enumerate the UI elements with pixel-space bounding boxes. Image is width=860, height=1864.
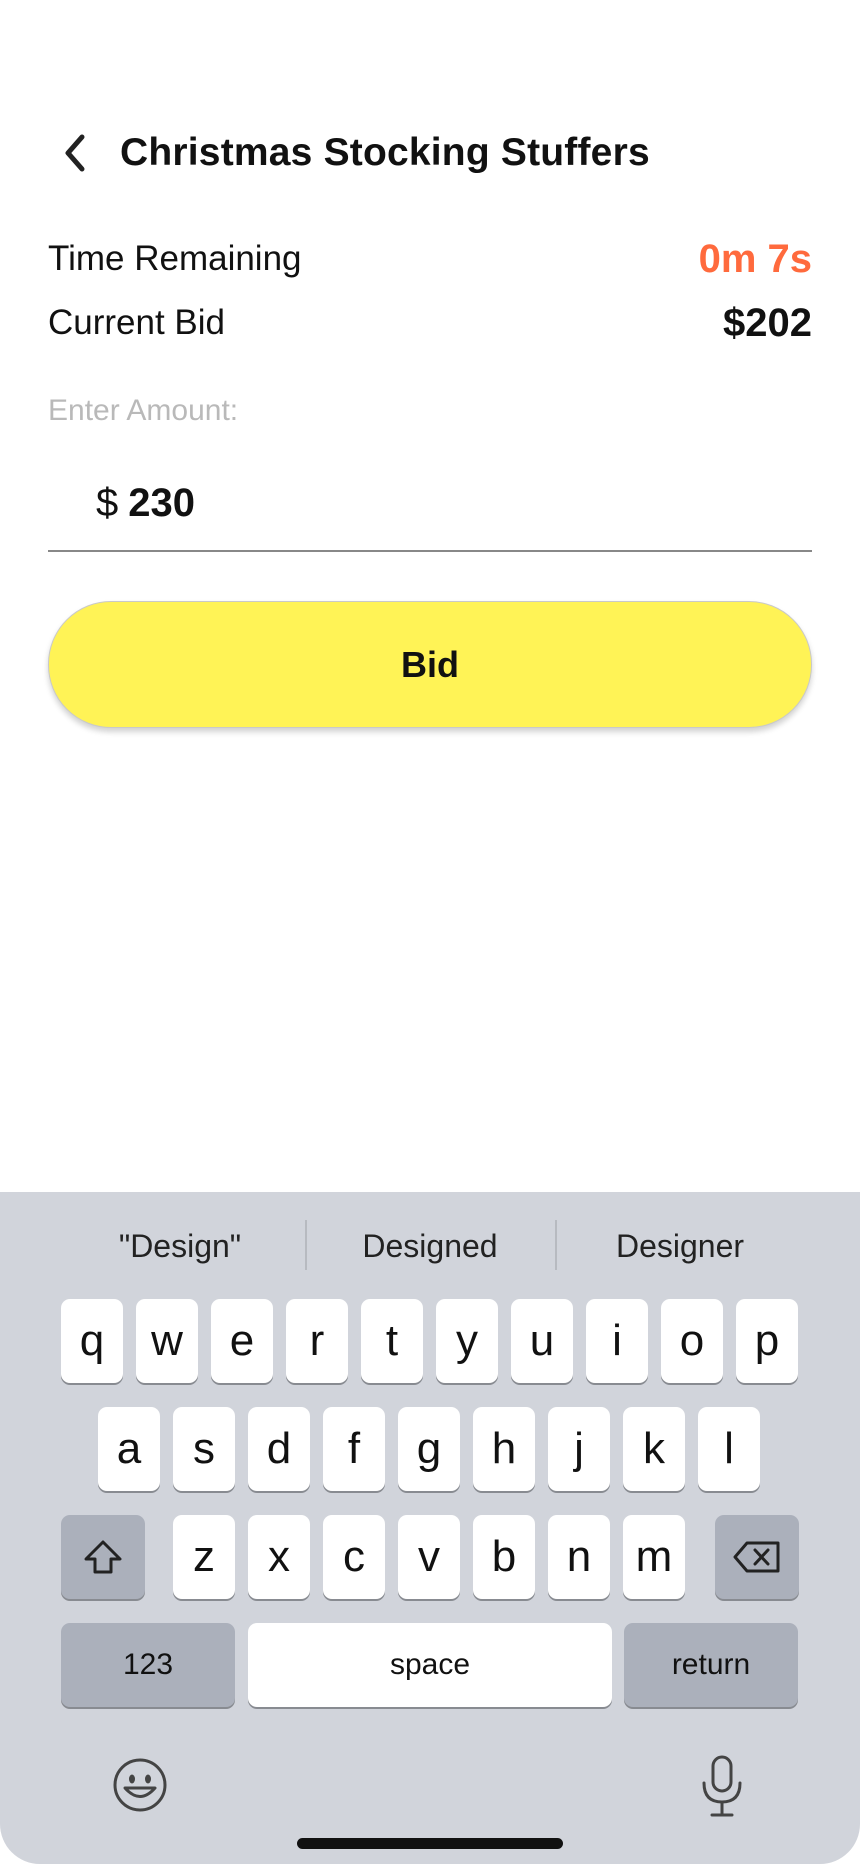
key-t[interactable]: t [361, 1299, 423, 1383]
key-d[interactable]: d [248, 1407, 310, 1491]
space-key[interactable]: space [248, 1623, 612, 1707]
key-a[interactable]: a [98, 1407, 160, 1491]
chevron-left-icon [65, 134, 85, 172]
shift-icon [84, 1540, 122, 1574]
key-g[interactable]: g [398, 1407, 460, 1491]
currency-symbol: $ [96, 480, 119, 525]
backspace-icon [733, 1541, 780, 1573]
key-r[interactable]: r [286, 1299, 348, 1383]
suggestion-divider [555, 1220, 557, 1270]
numbers-key[interactable]: 123 [61, 1623, 235, 1707]
key-z[interactable]: z [173, 1515, 235, 1599]
time-remaining-label: Time Remaining [48, 239, 302, 278]
keyboard: "Design" Designed Designer q w e r t y u… [0, 1192, 860, 1864]
key-n[interactable]: n [548, 1515, 610, 1599]
key-f[interactable]: f [323, 1407, 385, 1491]
key-u[interactable]: u [511, 1299, 573, 1383]
emoji-button[interactable] [110, 1755, 170, 1815]
nav-header: Christmas Stocking Stuffers [60, 108, 820, 198]
key-s[interactable]: s [173, 1407, 235, 1491]
key-p[interactable]: p [736, 1299, 798, 1383]
emoji-icon [113, 1758, 167, 1812]
key-m[interactable]: m [623, 1515, 685, 1599]
key-v[interactable]: v [398, 1515, 460, 1599]
page-title: Christmas Stocking Stuffers [120, 131, 650, 174]
amount-label: Enter Amount: [48, 394, 239, 427]
time-remaining-row: Time Remaining 0m 7s [48, 234, 812, 284]
time-remaining-value: 0m 7s [698, 236, 812, 281]
key-l[interactable]: l [698, 1407, 760, 1491]
key-h[interactable]: h [473, 1407, 535, 1491]
key-b[interactable]: b [473, 1515, 535, 1599]
key-c[interactable]: c [323, 1515, 385, 1599]
key-w[interactable]: w [136, 1299, 198, 1383]
key-j[interactable]: j [548, 1407, 610, 1491]
current-bid-row: Current Bid $202 [48, 298, 812, 348]
suggestion-2[interactable]: Designed [310, 1212, 550, 1280]
key-k[interactable]: k [623, 1407, 685, 1491]
suggestion-3[interactable]: Designer [560, 1212, 800, 1280]
key-e[interactable]: e [211, 1299, 273, 1383]
current-bid-value: $202 [723, 300, 812, 345]
key-x[interactable]: x [248, 1515, 310, 1599]
amount-input[interactable]: $ 230 [48, 456, 812, 552]
return-key[interactable]: return [624, 1623, 798, 1707]
home-indicator[interactable] [297, 1838, 563, 1849]
key-q[interactable]: q [61, 1299, 123, 1383]
key-o[interactable]: o [661, 1299, 723, 1383]
bid-button[interactable]: Bid [48, 601, 812, 728]
dictation-button[interactable] [694, 1752, 750, 1822]
back-button[interactable] [60, 125, 100, 181]
microphone-icon [702, 1755, 742, 1817]
shift-key[interactable] [61, 1515, 145, 1599]
suggestion-bar: "Design" Designed Designer [0, 1212, 860, 1280]
backspace-key[interactable] [715, 1515, 799, 1599]
amount-value: 230 [128, 480, 195, 525]
current-bid-label: Current Bid [48, 303, 226, 342]
key-i[interactable]: i [586, 1299, 648, 1383]
suggestion-divider [305, 1220, 307, 1270]
suggestion-1[interactable]: "Design" [60, 1212, 300, 1280]
key-y[interactable]: y [436, 1299, 498, 1383]
